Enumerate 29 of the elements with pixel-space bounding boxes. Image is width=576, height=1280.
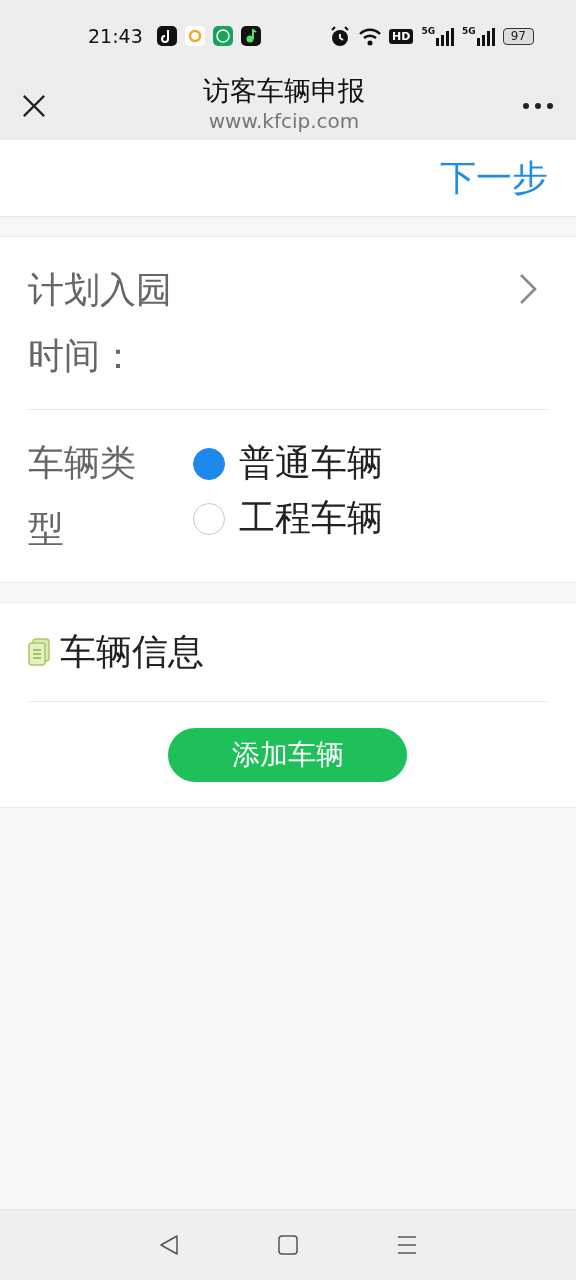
radio-button[interactable] xyxy=(193,447,225,480)
signal-icon xyxy=(476,28,495,46)
app-icon xyxy=(240,26,261,46)
close-icon[interactable] xyxy=(22,94,46,118)
more-icon[interactable] xyxy=(522,102,554,110)
app-icon xyxy=(184,26,205,46)
wifi-icon xyxy=(359,26,382,46)
page-title: 访客车辆申报 xyxy=(202,74,366,108)
field-label: 车辆类型 xyxy=(28,441,137,551)
date-picker-row[interactable]: 计划入园时间： xyxy=(28,237,548,410)
status-time: 21:43 xyxy=(88,25,143,47)
page-url: www.kfcip.com xyxy=(207,108,361,134)
hd-label: HD xyxy=(389,28,414,44)
option-label[interactable]: 工程车辆 xyxy=(239,494,383,543)
back-icon[interactable] xyxy=(158,1234,181,1256)
signal-icon xyxy=(436,28,455,46)
field-label: 计划入园时间： xyxy=(28,268,173,378)
network-label: 5G xyxy=(462,26,476,36)
menu-icon[interactable] xyxy=(395,1234,418,1256)
section-title: 车辆信息 xyxy=(60,629,204,674)
option-label[interactable]: 普通车辆 xyxy=(239,439,383,488)
radio-button[interactable] xyxy=(193,502,225,535)
app-icon xyxy=(212,26,233,46)
document-icon xyxy=(28,638,50,666)
app-icon xyxy=(156,26,177,46)
battery-indicator: 97 xyxy=(502,27,534,45)
home-icon[interactable] xyxy=(277,1234,299,1256)
next-step-link[interactable]: 下一步 xyxy=(440,153,548,203)
network-label: 5G xyxy=(421,26,436,36)
